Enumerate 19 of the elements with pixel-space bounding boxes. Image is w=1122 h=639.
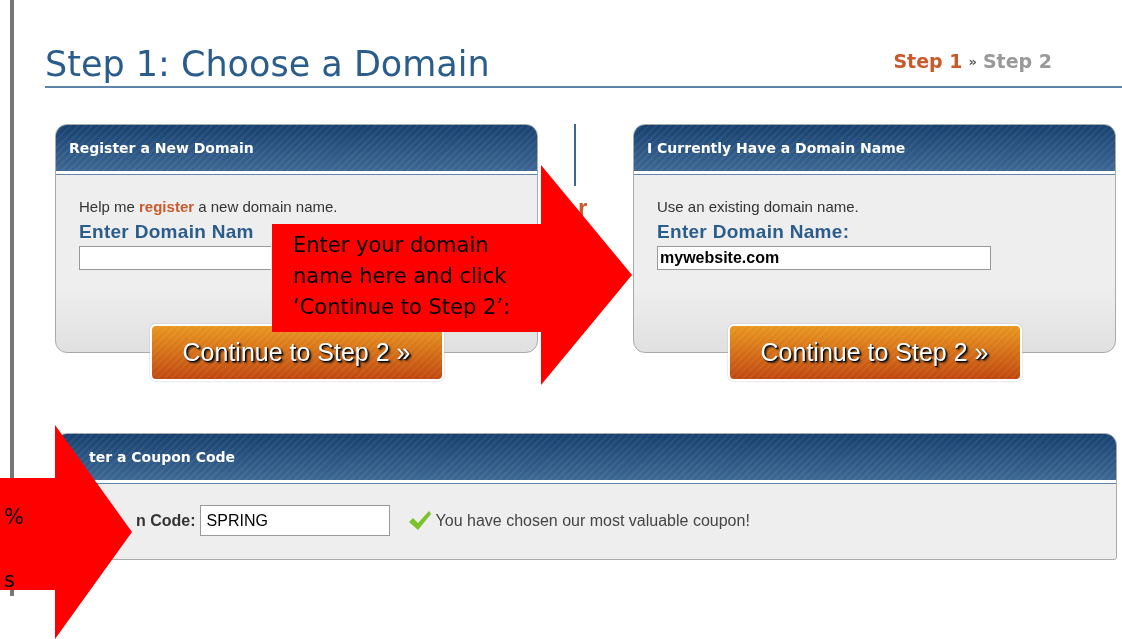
coupon-message: You have chosen our most valuable coupon! <box>435 511 750 530</box>
panel-title: Register a New Domain <box>69 140 254 156</box>
intro-text: Help me register a new domain name. <box>79 198 338 215</box>
panel-title: I Currently Have a Domain Name <box>647 140 906 156</box>
step-label: Step 2 <box>982 50 1052 72</box>
domain-input-field[interactable] <box>79 246 271 270</box>
step-label: Step 1 <box>893 50 963 72</box>
checkmark-icon <box>407 509 432 532</box>
panel-title: ter a Coupon Code <box>89 449 236 465</box>
callout-text: % s <box>4 504 24 594</box>
coupon-label: n Code: <box>136 511 196 530</box>
field-label: Enter Domain Name: <box>657 221 850 243</box>
coupon-input-field[interactable]: SPRING <box>199 505 390 536</box>
field-label: Enter Domain Nam <box>79 221 254 243</box>
domain-input-field[interactable]: mywebsite.com <box>657 246 991 270</box>
step-separator: » <box>968 53 977 69</box>
intro-text: Use an existing domain name. <box>657 198 859 215</box>
callout-text: Enter your domain name here and click ‘Continue to Step 2’: <box>293 232 511 321</box>
page-title: Step 1: Choose a Domain <box>45 44 490 84</box>
